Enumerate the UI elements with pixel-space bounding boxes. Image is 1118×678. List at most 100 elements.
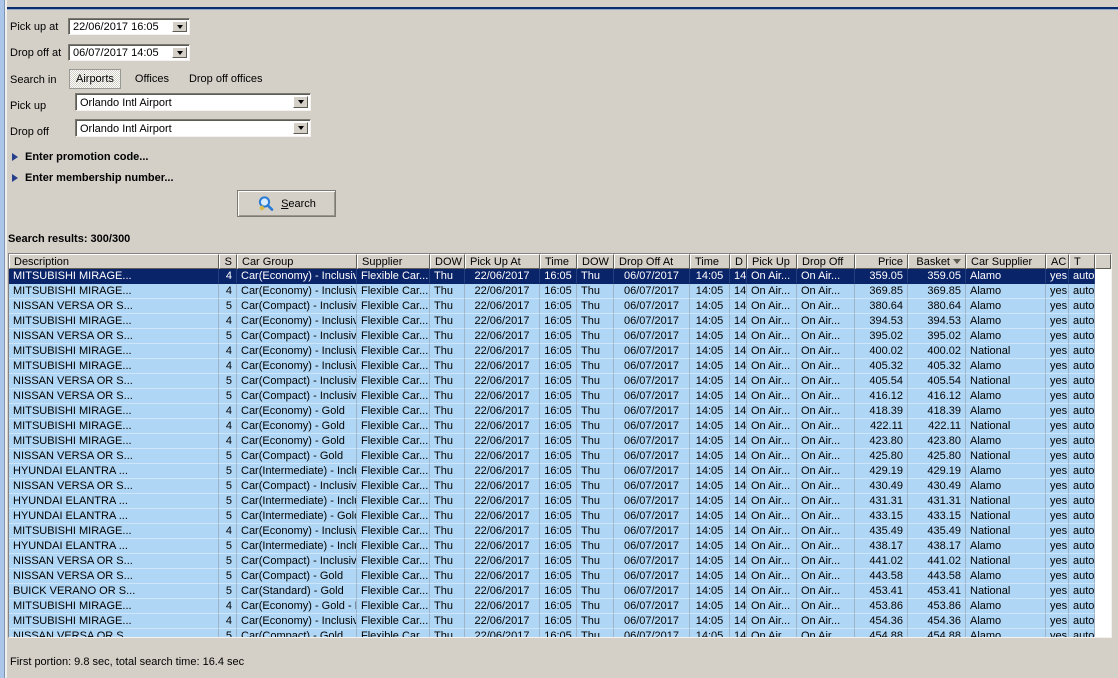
cell[interactable]: Flexible Car...: [357, 419, 430, 434]
cell[interactable]: Thu: [577, 539, 614, 554]
cell[interactable]: 22/06/2017: [465, 584, 540, 599]
cell[interactable]: 454.36: [855, 614, 908, 629]
column-header-time-2[interactable]: Time: [690, 254, 730, 269]
table-row[interactable]: MITSUBISHI MIRAGE... 4 Car(Economy) - Incl…: [9, 359, 1111, 374]
cell[interactable]: 5: [219, 449, 237, 464]
cell[interactable]: 359.05: [908, 269, 966, 284]
cell[interactable]: yes: [1046, 569, 1069, 584]
cell[interactable]: yes: [1046, 449, 1069, 464]
cell[interactable]: HYUNDAI ELANTRA ...: [9, 464, 219, 479]
cell[interactable]: 06/07/2017: [614, 569, 690, 584]
cell[interactable]: 22/06/2017: [465, 449, 540, 464]
table-row[interactable]: MITSUBISHI MIRAGE... 4 Car(Economy) - Incl…: [9, 314, 1111, 329]
cell[interactable]: 14:05: [690, 584, 730, 599]
cell[interactable]: National: [966, 419, 1046, 434]
cell[interactable]: 435.49: [855, 524, 908, 539]
cell[interactable]: 22/06/2017: [465, 629, 540, 637]
cell[interactable]: Thu: [430, 359, 465, 374]
cell[interactable]: On Air...: [747, 329, 797, 344]
cell[interactable]: 14: [730, 449, 747, 464]
cell[interactable]: Thu: [430, 584, 465, 599]
cell[interactable]: 454.88: [908, 629, 966, 637]
column-header-time[interactable]: Time: [540, 254, 577, 269]
cell[interactable]: On Air...: [797, 314, 855, 329]
cell[interactable]: 5: [219, 584, 237, 599]
cell[interactable]: Thu: [430, 389, 465, 404]
cell[interactable]: auto: [1069, 419, 1095, 434]
cell[interactable]: Car(Economy) - Inclusive: [237, 284, 357, 299]
cell[interactable]: 16:05: [540, 494, 577, 509]
cell[interactable]: 369.85: [908, 284, 966, 299]
cell[interactable]: 400.02: [908, 344, 966, 359]
cell[interactable]: On Air...: [797, 359, 855, 374]
cell[interactable]: 14: [730, 314, 747, 329]
cell[interactable]: 14: [730, 629, 747, 637]
cell[interactable]: Thu: [577, 554, 614, 569]
cell[interactable]: 14:05: [690, 614, 730, 629]
cell[interactable]: Thu: [577, 629, 614, 637]
cell[interactable]: Thu: [430, 374, 465, 389]
cell[interactable]: 394.53: [855, 314, 908, 329]
cell[interactable]: 22/06/2017: [465, 479, 540, 494]
cell[interactable]: Alamo: [966, 389, 1046, 404]
cell[interactable]: National: [966, 449, 1046, 464]
cell[interactable]: On Air...: [797, 494, 855, 509]
cell[interactable]: 405.32: [908, 359, 966, 374]
cell[interactable]: 06/07/2017: [614, 464, 690, 479]
cell[interactable]: Flexible Car...: [357, 449, 430, 464]
cell[interactable]: 06/07/2017: [614, 434, 690, 449]
cell[interactable]: 16:05: [540, 584, 577, 599]
cell[interactable]: 14:05: [690, 434, 730, 449]
table-row[interactable]: MITSUBISHI MIRAGE... 4 Car(Economy) - Incl…: [9, 344, 1111, 359]
cell[interactable]: 06/07/2017: [614, 344, 690, 359]
cell[interactable]: Car(Compact) - Inclusive: [237, 299, 357, 314]
cell[interactable]: Thu: [577, 419, 614, 434]
cell[interactable]: On Air...: [797, 329, 855, 344]
cell[interactable]: 4: [219, 344, 237, 359]
table-row[interactable]: NISSAN VERSA OR S... 5 Car(Compact) - Incl…: [9, 329, 1111, 344]
table-row[interactable]: MITSUBISHI MIRAGE... 4 Car(Economy) - Gold…: [9, 419, 1111, 434]
cell[interactable]: On Air...: [797, 389, 855, 404]
cell[interactable]: On Air...: [747, 449, 797, 464]
cell[interactable]: Thu: [430, 404, 465, 419]
cell[interactable]: 405.54: [908, 374, 966, 389]
column-header-pick-up-at[interactable]: Pick Up At: [465, 254, 540, 269]
tab-offices[interactable]: Offices: [129, 70, 175, 88]
cell[interactable]: 14:05: [690, 539, 730, 554]
cell[interactable]: HYUNDAI ELANTRA ...: [9, 509, 219, 524]
cell[interactable]: 22/06/2017: [465, 374, 540, 389]
cell[interactable]: Alamo: [966, 539, 1046, 554]
table-row[interactable]: HYUNDAI ELANTRA ... 5 Car(Intermediate) - …: [9, 464, 1111, 479]
cell[interactable]: Thu: [430, 284, 465, 299]
cell[interactable]: Flexible Car...: [357, 299, 430, 314]
cell[interactable]: Flexible Car...: [357, 554, 430, 569]
cell[interactable]: Flexible Car...: [357, 584, 430, 599]
cell[interactable]: Alamo: [966, 329, 1046, 344]
cell[interactable]: 422.11: [855, 419, 908, 434]
cell[interactable]: 06/07/2017: [614, 584, 690, 599]
pickup-datetime-combobox[interactable]: 22/06/2017 16:05: [68, 18, 190, 35]
cell[interactable]: 443.58: [908, 569, 966, 584]
cell[interactable]: Thu: [430, 614, 465, 629]
cell[interactable]: On Air...: [747, 494, 797, 509]
cell[interactable]: On Air...: [747, 569, 797, 584]
cell[interactable]: auto: [1069, 449, 1095, 464]
dropoff-location-combobox[interactable]: Orlando Intl Airport: [75, 119, 311, 137]
cell[interactable]: 14:05: [690, 479, 730, 494]
cell[interactable]: 06/07/2017: [614, 539, 690, 554]
cell[interactable]: 5: [219, 554, 237, 569]
cell[interactable]: On Air...: [747, 269, 797, 284]
cell[interactable]: National: [966, 344, 1046, 359]
cell[interactable]: On Air...: [797, 299, 855, 314]
cell[interactable]: 06/07/2017: [614, 374, 690, 389]
cell[interactable]: Thu: [430, 554, 465, 569]
cell[interactable]: NISSAN VERSA OR S...: [9, 389, 219, 404]
cell[interactable]: 14: [730, 464, 747, 479]
cell[interactable]: Flexible Car...: [357, 524, 430, 539]
table-row[interactable]: NISSAN VERSA OR S... 5 Car(Compact) - Gold…: [9, 629, 1111, 637]
cell[interactable]: National: [966, 374, 1046, 389]
cell[interactable]: Car(Economy) - Inclusive - Plus Exces...: [237, 314, 357, 329]
cell[interactable]: 369.85: [855, 284, 908, 299]
cell[interactable]: National: [966, 554, 1046, 569]
cell[interactable]: BUICK VERANO OR S...: [9, 584, 219, 599]
